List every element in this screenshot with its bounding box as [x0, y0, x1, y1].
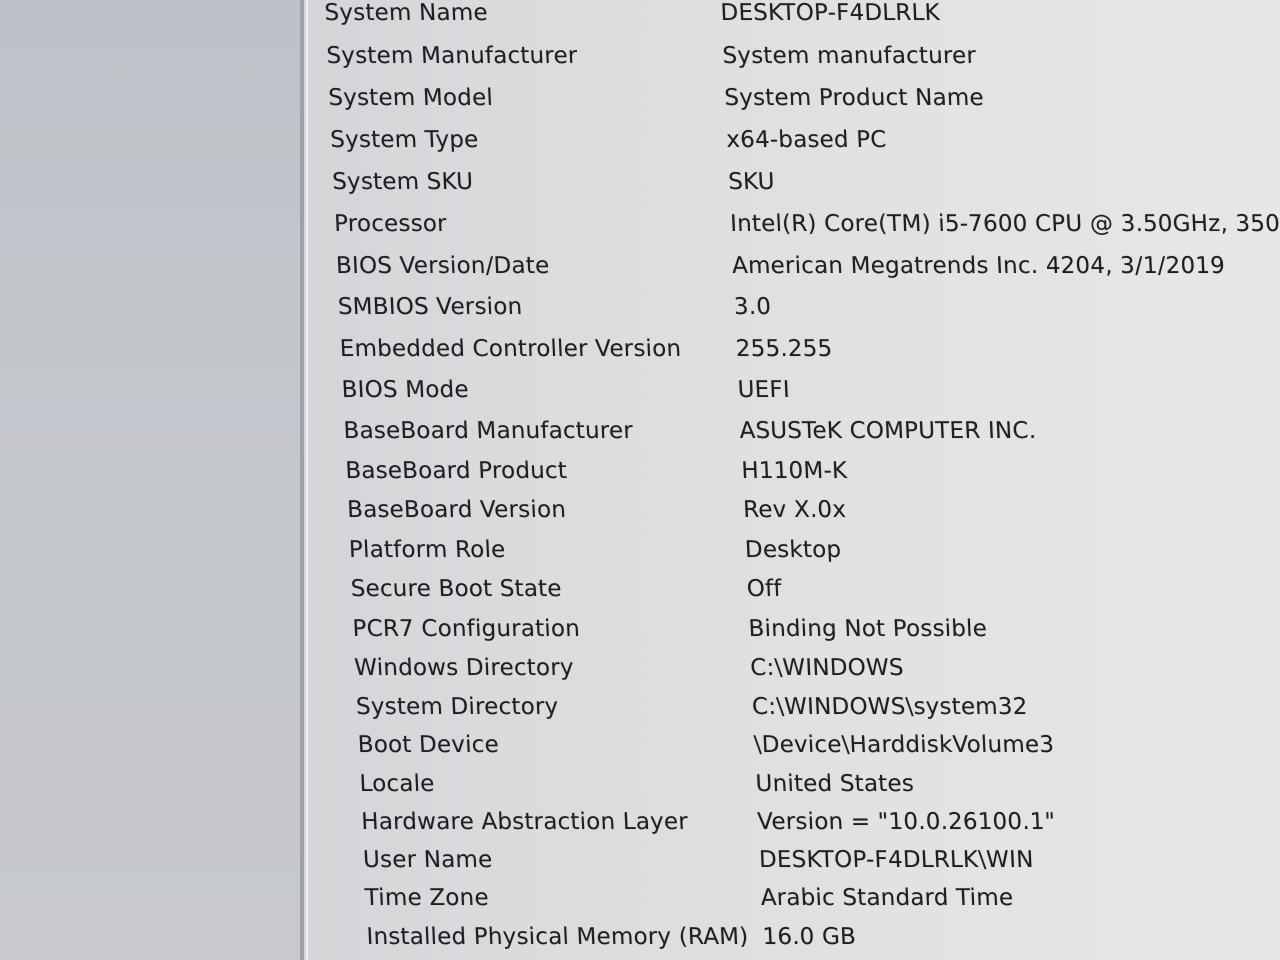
item-cell: System SKU: [331, 169, 474, 195]
item-cell: System Directory: [355, 694, 559, 720]
item-cell: SMBIOS Version: [337, 294, 523, 320]
value-cell: Desktop: [744, 537, 842, 563]
item-cell: Windows Directory: [353, 655, 575, 681]
value-cell: SKU: [727, 169, 776, 195]
value-cell: C:\WINDOWS\system32: [751, 694, 1029, 720]
value-cell: System Product Name: [723, 85, 985, 111]
item-cell: BaseBoard Manufacturer: [342, 418, 634, 444]
item-cell: Platform Role: [348, 537, 507, 563]
value-cell: United States: [755, 771, 915, 797]
value-cell: UEFI: [737, 377, 791, 403]
table-row[interactable]: System Model System Product Name: [4, 85, 1280, 119]
table-row[interactable]: Platform Role Desktop: [24, 537, 1280, 571]
value-cell: DESKTOP-F4DLRLK\WIN: [758, 847, 1035, 873]
table-row[interactable]: BIOS Mode UEFI: [17, 377, 1280, 411]
value-cell: System manufacturer: [721, 43, 977, 69]
item-cell: BaseBoard Version: [346, 497, 567, 523]
value-cell: x64-based PC: [725, 127, 888, 153]
table-row[interactable]: System Manufacturer System manufacturer: [2, 43, 1280, 77]
table-row[interactable]: Locale United States: [35, 771, 1280, 805]
table-row[interactable]: System Name DESKTOP-F4DLRLK: [0, 0, 1280, 34]
table-row[interactable]: BaseBoard Product H110M-K: [21, 458, 1280, 492]
table-row[interactable]: Hardware Abstraction Layer Version = "10…: [37, 809, 1280, 843]
value-cell: Intel(R) Core(TM) i5-7600 CPU @ 3.50GHz,…: [729, 211, 1280, 237]
value-cell: Rev X.0x: [742, 497, 847, 523]
item-cell: System Type: [329, 127, 480, 153]
item-cell: Processor: [333, 211, 448, 237]
value-cell: Version = "10.0.26100.1": [756, 809, 1056, 835]
table-row[interactable]: Installed Physical Memory (RAM) 16.0 GB: [42, 924, 1280, 958]
item-cell: Locale: [359, 771, 436, 797]
value-cell: 255.255: [735, 336, 833, 362]
item-cell: Boot Device: [357, 732, 500, 758]
item-cell: BIOS Version/Date: [335, 253, 550, 279]
table-row[interactable]: SMBIOS Version 3.0: [13, 294, 1280, 328]
value-cell: DESKTOP-F4DLRLK: [720, 0, 941, 26]
item-cell: Secure Boot State: [350, 576, 563, 602]
table-row[interactable]: Time Zone Arabic Standard Time: [40, 885, 1280, 919]
item-cell: Embedded Controller Version: [339, 336, 682, 362]
system-summary-table: System Name DESKTOP-F4DLRLK System Manuf…: [0, 0, 1280, 960]
table-row[interactable]: PCR7 Configuration Binding Not Possible: [28, 616, 1280, 650]
item-cell: Installed Physical Memory (RAM): [365, 924, 749, 950]
item-cell: Time Zone: [364, 885, 490, 911]
value-cell: H110M-K: [740, 458, 848, 484]
table-row[interactable]: BaseBoard Version Rev X.0x: [23, 497, 1280, 531]
value-cell: ASUSTeK COMPUTER INC.: [738, 418, 1037, 444]
value-cell: American Megatrends Inc. 4204, 3/1/2019: [731, 253, 1226, 279]
value-cell: 16.0 GB: [761, 924, 857, 950]
item-cell: PCR7 Configuration: [351, 616, 581, 642]
value-cell: Off: [746, 576, 783, 602]
value-cell: \Device\HarddiskVolume3: [753, 732, 1055, 758]
item-cell: System Model: [327, 85, 494, 111]
table-row[interactable]: System Type x64-based PC: [6, 127, 1280, 161]
item-cell: BIOS Mode: [341, 377, 470, 403]
table-row[interactable]: Secure Boot State Off: [26, 576, 1280, 610]
value-cell: Arabic Standard Time: [760, 885, 1014, 911]
table-row[interactable]: Embedded Controller Version 255.255: [15, 336, 1280, 370]
table-row[interactable]: Processor Intel(R) Core(TM) i5-7600 CPU …: [10, 211, 1280, 245]
table-row[interactable]: BIOS Version/Date American Megatrends In…: [11, 253, 1280, 287]
table-row[interactable]: BaseBoard Manufacturer ASUSTeK COMPUTER …: [19, 418, 1280, 452]
table-row[interactable]: Windows Directory C:\WINDOWS: [30, 655, 1280, 689]
table-row[interactable]: Boot Device \Device\HarddiskVolume3: [33, 732, 1280, 766]
value-cell: C:\WINDOWS: [749, 655, 905, 681]
item-cell: Hardware Abstraction Layer: [360, 809, 689, 835]
item-cell: System Name: [324, 0, 489, 26]
item-cell: System Manufacturer: [325, 43, 579, 69]
value-cell: Binding Not Possible: [747, 616, 988, 642]
item-cell: User Name: [362, 847, 494, 873]
value-cell: 3.0: [733, 294, 772, 320]
table-row[interactable]: System Directory C:\WINDOWS\system32: [32, 694, 1280, 728]
item-cell: BaseBoard Product: [344, 458, 568, 484]
table-row[interactable]: User Name DESKTOP-F4DLRLK\WIN: [38, 847, 1280, 881]
table-row[interactable]: System SKU SKU: [8, 169, 1280, 203]
